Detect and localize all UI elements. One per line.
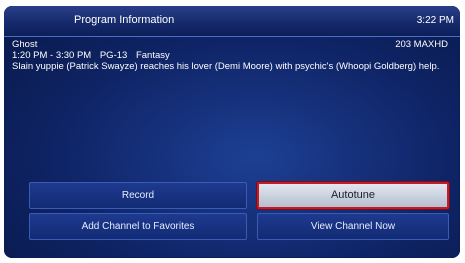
autotune-button[interactable]: Autotune [257, 182, 449, 209]
title-bar: Program Information 3:22 PM [4, 6, 460, 37]
program-info-screen: Program Information 3:22 PM Ghost 203 MA… [4, 6, 460, 258]
time-range: 1:20 PM - 3:30 PM [12, 50, 92, 61]
record-button[interactable]: Record [29, 182, 247, 209]
program-details: Ghost 203 MAXHD 1:20 PM - 3:30 PM PG-13 … [12, 39, 452, 72]
add-to-favorites-button[interactable]: Add Channel to Favorites [29, 213, 247, 240]
clock: 3:22 PM [416, 15, 454, 26]
channel-label: 203 MAXHD [395, 39, 448, 50]
program-title: Ghost [12, 39, 38, 50]
program-header-row: Ghost 203 MAXHD [12, 39, 452, 50]
genre: Fantasy [135, 50, 170, 61]
rating: PG-13 [99, 50, 128, 61]
view-channel-now-button[interactable]: View Channel Now [257, 213, 449, 240]
program-description: Slain yuppie (Patrick Swayze) reaches hi… [12, 61, 440, 72]
program-schedule: 1:20 PM - 3:30 PM PG-13 Fantasy [12, 50, 452, 61]
screen-title: Program Information [74, 14, 175, 26]
